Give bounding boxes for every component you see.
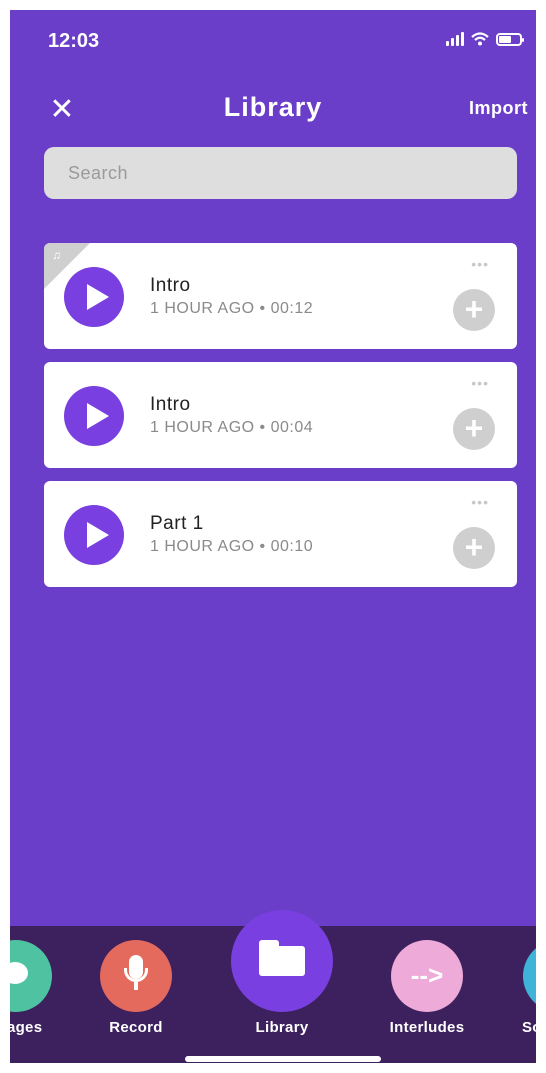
- tab-sounds[interactable]: So: [504, 926, 536, 1063]
- microphone-icon: [100, 940, 172, 1012]
- search-input[interactable]: [44, 147, 517, 199]
- battery-icon: [496, 33, 524, 46]
- music-note-icon: ♫: [52, 248, 61, 262]
- tab-label: Record: [109, 1019, 163, 1036]
- recording-title: Intro: [150, 275, 191, 296]
- add-button[interactable]: +: [453, 527, 495, 569]
- page-title: Library: [223, 92, 323, 122]
- recording-meta: 1 HOUR AGO • 00:10: [150, 538, 314, 555]
- more-options-button[interactable]: •••: [471, 495, 489, 509]
- tab-label: So: [522, 1019, 536, 1036]
- sound-icon: [523, 940, 536, 1012]
- recording-card[interactable]: Part 1 1 HOUR AGO • 00:10 ••• +: [44, 481, 517, 587]
- play-button[interactable]: [64, 267, 124, 327]
- tab-messages[interactable]: ssages: [10, 926, 71, 1063]
- status-icons: [446, 32, 524, 46]
- tab-label: ssages: [10, 1019, 43, 1036]
- tab-record[interactable]: Record: [81, 926, 191, 1063]
- app-screen: 12:03 ✕ Library Import ♫ Intro 1 HOUR AG…: [10, 10, 536, 1063]
- tab-label: Interludes: [389, 1019, 465, 1036]
- import-button[interactable]: Import: [469, 98, 528, 119]
- arrow-right-icon: -->: [391, 940, 463, 1012]
- recording-meta: 1 HOUR AGO • 00:12: [150, 300, 314, 317]
- recording-title: Part 1: [150, 513, 204, 534]
- more-options-button[interactable]: •••: [471, 376, 489, 390]
- recording-meta: 1 HOUR AGO • 00:04: [150, 419, 314, 436]
- play-button[interactable]: [64, 386, 124, 446]
- home-indicator: [185, 1056, 381, 1062]
- library-tab-button[interactable]: [231, 910, 333, 1012]
- cellular-signal-icon: [446, 32, 464, 46]
- add-button[interactable]: +: [453, 289, 495, 331]
- tab-label: Library: [255, 1019, 309, 1036]
- status-time: 12:03: [48, 30, 100, 52]
- tab-interludes[interactable]: --> Interludes: [372, 926, 482, 1063]
- folder-icon: [259, 940, 305, 976]
- recording-card[interactable]: Intro 1 HOUR AGO • 00:04 ••• +: [44, 362, 517, 468]
- search-box: [44, 147, 517, 199]
- recording-title: Intro: [150, 394, 191, 415]
- wifi-icon: [471, 32, 489, 46]
- chat-bubble-icon: [10, 940, 52, 1012]
- add-button[interactable]: +: [453, 408, 495, 450]
- recording-card[interactable]: ♫ Intro 1 HOUR AGO • 00:12 ••• +: [44, 243, 517, 349]
- arrow-glyph: -->: [410, 960, 444, 990]
- more-options-button[interactable]: •••: [471, 257, 489, 271]
- play-button[interactable]: [64, 505, 124, 565]
